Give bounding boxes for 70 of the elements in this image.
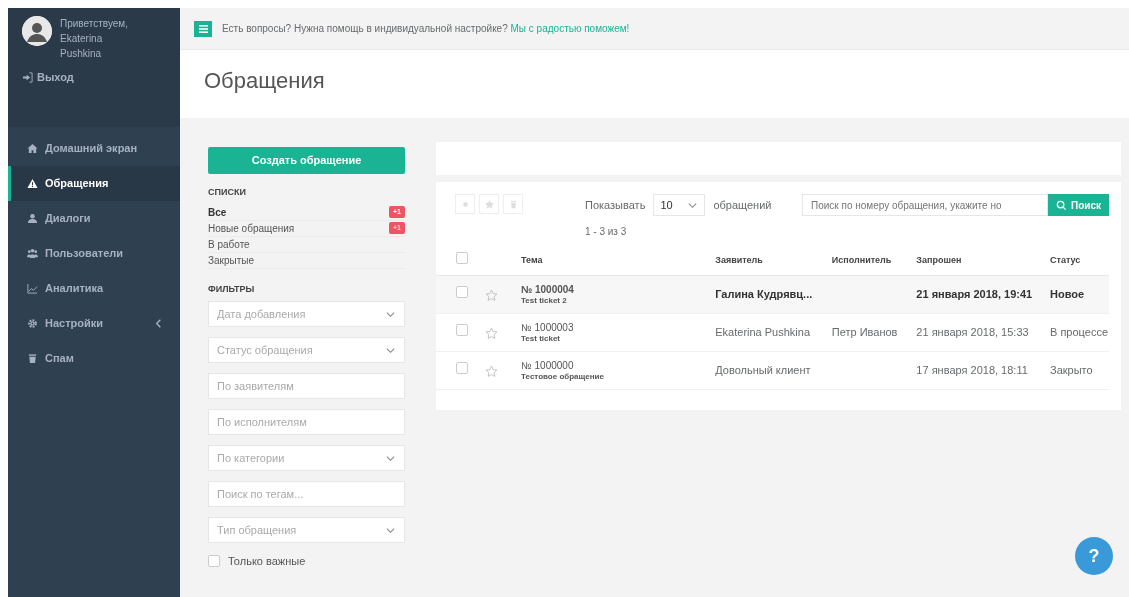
request-date: 21 января 2018, 15:33 bbox=[916, 326, 1029, 339]
page-title: Обращения bbox=[180, 50, 1129, 118]
sidebar-item[interactable]: Пользователи bbox=[8, 236, 180, 271]
avatar-icon bbox=[22, 16, 52, 46]
ticket-number[interactable]: № 1000003 bbox=[521, 322, 714, 334]
star-icon[interactable] bbox=[484, 364, 498, 378]
section-heading: ФИЛЬТРЫ bbox=[208, 282, 256, 296]
requester-name: Довольный клиент bbox=[715, 364, 811, 377]
sidebar-item[interactable]: Обращения bbox=[8, 166, 180, 201]
text-field[interactable]: Поиск по тегам... bbox=[208, 481, 405, 507]
search-icon bbox=[1056, 199, 1067, 211]
logout-link[interactable]: Выход bbox=[22, 69, 74, 86]
row-checkbox[interactable] bbox=[456, 286, 468, 299]
row-checkbox[interactable] bbox=[456, 362, 468, 375]
menu-button[interactable] bbox=[194, 20, 212, 37]
text-field[interactable]: По исполнителям bbox=[208, 409, 405, 435]
gear-icon bbox=[27, 318, 38, 329]
request-date: 17 января 2018, 18:11 bbox=[916, 364, 1028, 377]
text-field[interactable]: По заявителям bbox=[208, 373, 405, 399]
assignee-name: Петр Иванов bbox=[831, 326, 898, 339]
page-size-label: Показывать bbox=[585, 197, 646, 213]
sidebar-item[interactable]: Диалоги bbox=[8, 201, 180, 236]
search-field[interactable]: Поиск по номеру обращения, укажите но bbox=[802, 194, 1048, 216]
row-checkbox[interactable] bbox=[456, 324, 468, 337]
list-filter-item[interactable]: Закрытые bbox=[208, 252, 405, 269]
requester-name: Галина Кудрявц... bbox=[715, 288, 813, 301]
ticket-status: В процессе bbox=[1050, 326, 1108, 339]
ticket-number[interactable]: № 1000004 bbox=[521, 284, 714, 296]
result-range: 1 - 3 из 3 bbox=[585, 225, 627, 239]
help-message: Есть вопросы? Нужна помощь в индивидуальной настройке? Мы с радостью поможем! bbox=[222, 22, 630, 36]
star-icon[interactable] bbox=[484, 288, 498, 302]
chevron-left-icon bbox=[153, 318, 164, 329]
ticket-subject[interactable]: Test ticket bbox=[521, 333, 714, 343]
line-chart-icon bbox=[27, 283, 38, 294]
users-icon bbox=[27, 248, 38, 259]
warning-icon bbox=[27, 178, 38, 189]
column-header: Заявитель bbox=[715, 254, 763, 265]
trash-icon bbox=[27, 353, 38, 364]
requester-name: Ekaterina Pushkina bbox=[715, 326, 811, 339]
menu-icon bbox=[198, 24, 208, 33]
sidebar-item[interactable]: Спам bbox=[8, 341, 180, 376]
search-button[interactable]: Поиск bbox=[1048, 194, 1109, 216]
sidebar-item[interactable]: Аналитика bbox=[8, 271, 180, 306]
request-date: 21 января 2018, 19:41 bbox=[916, 288, 1033, 301]
ticket-number[interactable]: № 1000000 bbox=[521, 360, 714, 372]
column-header: Исполнитель bbox=[831, 254, 892, 265]
list-filter-item[interactable]: В работе bbox=[208, 236, 405, 253]
checkbox[interactable] bbox=[208, 555, 220, 568]
ticket-subject[interactable]: Test ticket 2 bbox=[521, 295, 714, 305]
page-size-unit: обращений bbox=[713, 197, 772, 213]
column-header: Тема bbox=[521, 254, 543, 265]
ticket-status: Новое bbox=[1050, 288, 1085, 301]
greeting-text: Приветствуем, bbox=[60, 17, 128, 31]
home-icon bbox=[27, 143, 38, 154]
column-header: Статус bbox=[1050, 254, 1081, 265]
star-icon bbox=[483, 198, 495, 210]
user-icon bbox=[27, 213, 38, 224]
select-all-checkbox[interactable] bbox=[456, 252, 468, 264]
sidebar-item[interactable]: Настройки bbox=[8, 306, 180, 341]
star-icon[interactable] bbox=[484, 326, 498, 340]
ticket-status: Закрыто bbox=[1050, 364, 1093, 377]
section-heading: СПИСКИ bbox=[208, 186, 247, 199]
user-name: Ekaterina Pushkina bbox=[60, 32, 104, 61]
sidebar-item[interactable]: Домашний экран bbox=[8, 131, 180, 166]
create-ticket-button[interactable]: Создать обращение bbox=[208, 147, 405, 174]
column-header: Запрошен bbox=[916, 254, 962, 265]
logout-icon bbox=[22, 71, 33, 83]
page-size-select[interactable]: 10 bbox=[653, 194, 706, 216]
ticket-subject[interactable]: Тестовое обращение bbox=[521, 371, 714, 381]
checkbox-label: Только важные bbox=[228, 554, 306, 569]
